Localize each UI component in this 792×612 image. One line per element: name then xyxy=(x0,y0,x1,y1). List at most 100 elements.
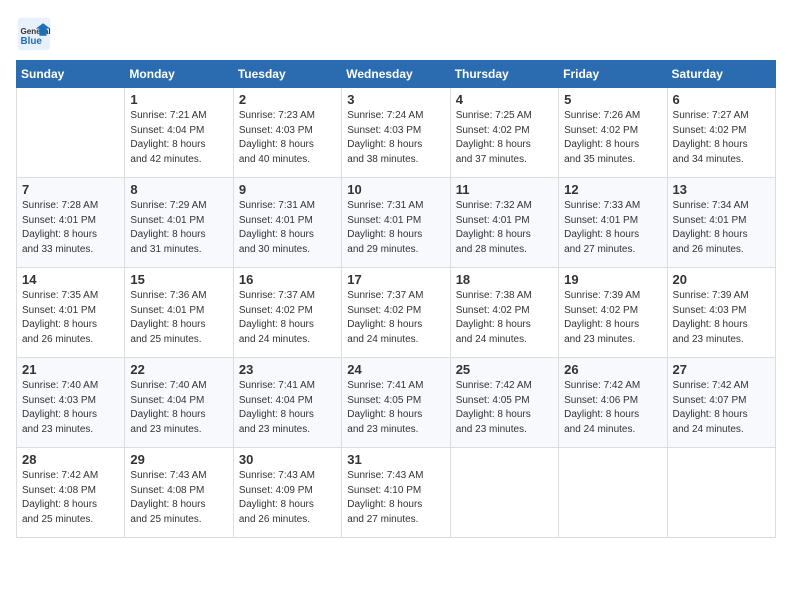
calendar-cell: 17 Sunrise: 7:37 AM Sunset: 4:02 PM Dayli… xyxy=(342,268,450,358)
page-header: General Blue xyxy=(16,16,776,52)
day-number: 26 xyxy=(564,362,661,377)
weekday-header: Wednesday xyxy=(342,61,450,88)
calendar-cell: 14Sunrise: 7:35 AM Sunset: 4:01 PM Dayli… xyxy=(17,268,125,358)
calendar-cell: 8Sunrise: 7:29 AM Sunset: 4:01 PM Daylig… xyxy=(125,178,233,268)
day-number: 12 xyxy=(564,182,661,197)
calendar-cell: 18 Sunrise: 7:38 AM Sunset: 4:02 PM Dayli… xyxy=(450,268,558,358)
calendar-table: SundayMondayTuesdayWednesdayThursdayFrid… xyxy=(16,60,776,538)
day-info: Sunrise: 7:39 AM Sunset: 4:02 PM Dayligh… xyxy=(564,289,661,347)
day-number: 18 xyxy=(456,272,553,287)
day-info: Sunrise: 7:42 AM Sunset: 4:07 PM Dayligh… xyxy=(673,379,770,437)
day-info: Sunrise: 7:43 AM Sunset: 4:10 PM Dayligh… xyxy=(347,469,444,527)
day-info: Sunrise: 7:42 AM Sunset: 4:05 PM Dayligh… xyxy=(456,379,553,437)
calendar-cell: 16 Sunrise: 7:37 AM Sunset: 4:02 PM Dayli… xyxy=(233,268,341,358)
calendar-cell: 31Sunrise: 7:43 AM Sunset: 4:10 PM Dayli… xyxy=(342,448,450,538)
calendar-cell: 30Sunrise: 7:43 AM Sunset: 4:09 PM Dayli… xyxy=(233,448,341,538)
day-info: Sunrise: 7:43 AM Sunset: 4:09 PM Dayligh… xyxy=(239,469,336,527)
day-info: Sunrise: 7:33 AM Sunset: 4:01 PM Dayligh… xyxy=(564,199,661,257)
day-number: 8 xyxy=(130,182,227,197)
calendar-cell: 22 Sunrise: 7:40 AM Sunset: 4:04 PM Dayli… xyxy=(125,358,233,448)
calendar-cell xyxy=(17,88,125,178)
day-info: Sunrise: 7:36 AM Sunset: 4:01 PM Dayligh… xyxy=(130,289,227,347)
day-number: 25 xyxy=(456,362,553,377)
calendar-cell: 28 Sunrise: 7:42 AM Sunset: 4:08 PM Dayli… xyxy=(17,448,125,538)
day-info: Sunrise: 7:31 AM Sunset: 4:01 PM Dayligh… xyxy=(347,199,444,257)
day-number: 13 xyxy=(673,182,770,197)
calendar-cell: 11 Sunrise: 7:32 AM Sunset: 4:01 PM Dayli… xyxy=(450,178,558,268)
calendar-cell: 6 Sunrise: 7:27 AM Sunset: 4:02 PM Daylig… xyxy=(667,88,775,178)
calendar-cell: 15Sunrise: 7:36 AM Sunset: 4:01 PM Dayli… xyxy=(125,268,233,358)
day-info: Sunrise: 7:43 AM Sunset: 4:08 PM Dayligh… xyxy=(130,469,227,527)
calendar-cell: 21Sunrise: 7:40 AM Sunset: 4:03 PM Dayli… xyxy=(17,358,125,448)
calendar-cell: 9Sunrise: 7:31 AM Sunset: 4:01 PM Daylig… xyxy=(233,178,341,268)
day-info: Sunrise: 7:26 AM Sunset: 4:02 PM Dayligh… xyxy=(564,109,661,167)
day-number: 2 xyxy=(239,92,336,107)
calendar-week-row: 28 Sunrise: 7:42 AM Sunset: 4:08 PM Dayli… xyxy=(17,448,776,538)
logo-icon: General Blue xyxy=(16,16,52,52)
calendar-cell: 24 Sunrise: 7:41 AM Sunset: 4:05 PM Dayli… xyxy=(342,358,450,448)
day-info: Sunrise: 7:39 AM Sunset: 4:03 PM Dayligh… xyxy=(673,289,770,347)
day-info: Sunrise: 7:38 AM Sunset: 4:02 PM Dayligh… xyxy=(456,289,553,347)
day-number: 7 xyxy=(22,182,119,197)
day-number: 17 xyxy=(347,272,444,287)
day-number: 6 xyxy=(673,92,770,107)
calendar-cell: 29 Sunrise: 7:43 AM Sunset: 4:08 PM Dayli… xyxy=(125,448,233,538)
calendar-cell: 4Sunrise: 7:25 AM Sunset: 4:02 PM Daylig… xyxy=(450,88,558,178)
day-info: Sunrise: 7:21 AM Sunset: 4:04 PM Dayligh… xyxy=(130,109,227,167)
calendar-cell: 23 Sunrise: 7:41 AM Sunset: 4:04 PM Dayli… xyxy=(233,358,341,448)
calendar-cell xyxy=(667,448,775,538)
calendar-cell: 26 Sunrise: 7:42 AM Sunset: 4:06 PM Dayli… xyxy=(559,358,667,448)
weekday-header: Monday xyxy=(125,61,233,88)
day-info: Sunrise: 7:40 AM Sunset: 4:04 PM Dayligh… xyxy=(130,379,227,437)
day-info: Sunrise: 7:25 AM Sunset: 4:02 PM Dayligh… xyxy=(456,109,553,167)
day-info: Sunrise: 7:42 AM Sunset: 4:08 PM Dayligh… xyxy=(22,469,119,527)
day-info: Sunrise: 7:41 AM Sunset: 4:05 PM Dayligh… xyxy=(347,379,444,437)
calendar-cell: 20 Sunrise: 7:39 AM Sunset: 4:03 PM Dayli… xyxy=(667,268,775,358)
day-number: 11 xyxy=(456,182,553,197)
day-info: Sunrise: 7:35 AM Sunset: 4:01 PM Dayligh… xyxy=(22,289,119,347)
calendar-cell: 7 Sunrise: 7:28 AM Sunset: 4:01 PM Daylig… xyxy=(17,178,125,268)
calendar-cell xyxy=(559,448,667,538)
day-info: Sunrise: 7:32 AM Sunset: 4:01 PM Dayligh… xyxy=(456,199,553,257)
calendar-cell: 27Sunrise: 7:42 AM Sunset: 4:07 PM Dayli… xyxy=(667,358,775,448)
calendar-cell: 12 Sunrise: 7:33 AM Sunset: 4:01 PM Dayli… xyxy=(559,178,667,268)
day-number: 16 xyxy=(239,272,336,287)
calendar-cell: 19 Sunrise: 7:39 AM Sunset: 4:02 PM Dayli… xyxy=(559,268,667,358)
calendar-week-row: 1 Sunrise: 7:21 AM Sunset: 4:04 PM Daylig… xyxy=(17,88,776,178)
calendar-week-row: 21Sunrise: 7:40 AM Sunset: 4:03 PM Dayli… xyxy=(17,358,776,448)
weekday-header: Friday xyxy=(559,61,667,88)
day-info: Sunrise: 7:27 AM Sunset: 4:02 PM Dayligh… xyxy=(673,109,770,167)
day-info: Sunrise: 7:42 AM Sunset: 4:06 PM Dayligh… xyxy=(564,379,661,437)
day-info: Sunrise: 7:41 AM Sunset: 4:04 PM Dayligh… xyxy=(239,379,336,437)
calendar-cell: 2 Sunrise: 7:23 AM Sunset: 4:03 PM Daylig… xyxy=(233,88,341,178)
weekday-header: Sunday xyxy=(17,61,125,88)
calendar-cell: 1 Sunrise: 7:21 AM Sunset: 4:04 PM Daylig… xyxy=(125,88,233,178)
day-info: Sunrise: 7:23 AM Sunset: 4:03 PM Dayligh… xyxy=(239,109,336,167)
calendar-week-row: 14Sunrise: 7:35 AM Sunset: 4:01 PM Dayli… xyxy=(17,268,776,358)
logo: General Blue xyxy=(16,16,56,52)
day-number: 22 xyxy=(130,362,227,377)
day-number: 3 xyxy=(347,92,444,107)
calendar-cell: 13Sunrise: 7:34 AM Sunset: 4:01 PM Dayli… xyxy=(667,178,775,268)
day-number: 29 xyxy=(130,452,227,467)
day-number: 21 xyxy=(22,362,119,377)
day-number: 5 xyxy=(564,92,661,107)
day-number: 10 xyxy=(347,182,444,197)
weekday-header: Thursday xyxy=(450,61,558,88)
svg-text:Blue: Blue xyxy=(21,36,43,47)
calendar-cell xyxy=(450,448,558,538)
day-number: 28 xyxy=(22,452,119,467)
day-info: Sunrise: 7:37 AM Sunset: 4:02 PM Dayligh… xyxy=(347,289,444,347)
calendar-cell: 25 Sunrise: 7:42 AM Sunset: 4:05 PM Dayli… xyxy=(450,358,558,448)
day-info: Sunrise: 7:24 AM Sunset: 4:03 PM Dayligh… xyxy=(347,109,444,167)
day-info: Sunrise: 7:28 AM Sunset: 4:01 PM Dayligh… xyxy=(22,199,119,257)
day-number: 9 xyxy=(239,182,336,197)
calendar-cell: 5 Sunrise: 7:26 AM Sunset: 4:02 PM Daylig… xyxy=(559,88,667,178)
weekday-header-row: SundayMondayTuesdayWednesdayThursdayFrid… xyxy=(17,61,776,88)
day-number: 19 xyxy=(564,272,661,287)
day-info: Sunrise: 7:37 AM Sunset: 4:02 PM Dayligh… xyxy=(239,289,336,347)
day-number: 24 xyxy=(347,362,444,377)
day-number: 23 xyxy=(239,362,336,377)
day-number: 1 xyxy=(130,92,227,107)
day-number: 20 xyxy=(673,272,770,287)
